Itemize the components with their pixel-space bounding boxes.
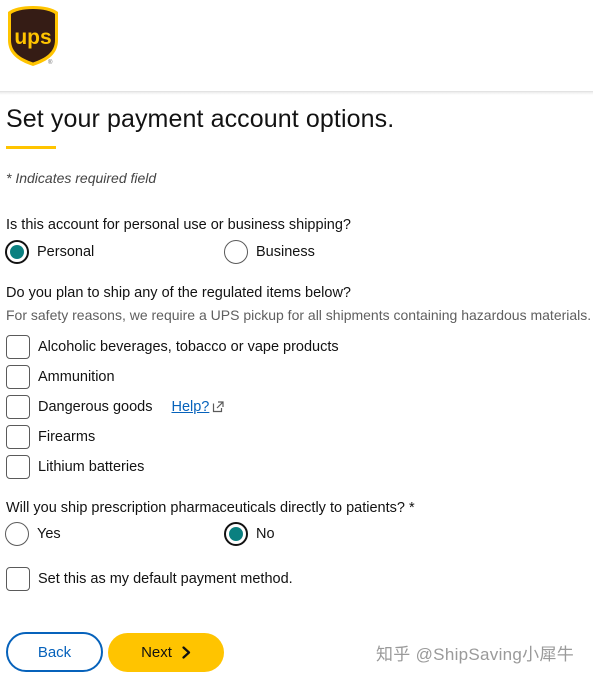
external-link-icon xyxy=(213,401,224,413)
checkbox-firearms[interactable]: Firearms xyxy=(6,424,95,450)
regulated-items-subtext: For safety reasons, we require a UPS pic… xyxy=(6,307,592,323)
checkbox-ammunition[interactable]: Ammunition xyxy=(6,364,115,390)
radio-unselected-icon[interactable] xyxy=(5,522,29,546)
header-divider xyxy=(0,92,593,95)
checkbox-alcohol[interactable]: Alcoholic beverages, tobacco or vape pro… xyxy=(6,334,339,360)
checkbox-icon[interactable] xyxy=(6,425,30,449)
checkbox-icon[interactable] xyxy=(6,365,30,389)
radio-yes-label: Yes xyxy=(37,526,61,542)
checkbox-ammunition-label: Ammunition xyxy=(38,369,115,385)
watermark-text: 知乎 @ShipSaving小犀牛 xyxy=(376,645,575,664)
checkbox-icon[interactable] xyxy=(6,335,30,359)
radio-yes[interactable]: Yes xyxy=(5,521,61,547)
svg-text:ups: ups xyxy=(14,26,51,49)
radio-no-label: No xyxy=(256,526,275,542)
back-button[interactable]: Back xyxy=(6,632,103,672)
checkbox-dangerous-goods[interactable]: Dangerous goods Help? xyxy=(6,394,224,420)
trademark-icon: ® xyxy=(48,60,53,66)
chevron-right-icon xyxy=(182,646,191,659)
checkbox-dangerous-goods-label: Dangerous goods xyxy=(38,399,153,415)
radio-business[interactable]: Business xyxy=(224,239,315,265)
pharma-question: Will you ship prescription pharmaceutica… xyxy=(6,500,415,516)
radio-no[interactable]: No xyxy=(224,521,275,547)
checkbox-lithium-batteries[interactable]: Lithium batteries xyxy=(6,454,144,480)
checkbox-default-payment[interactable]: Set this as my default payment method. xyxy=(6,566,293,592)
account-usage-question: Is this account for personal use or busi… xyxy=(6,217,351,233)
radio-selected-icon[interactable] xyxy=(224,522,248,546)
checkbox-firearms-label: Firearms xyxy=(38,429,96,445)
next-button-label: Next xyxy=(141,644,172,661)
radio-personal-label: Personal xyxy=(37,244,95,260)
radio-business-label: Business xyxy=(256,244,315,260)
regulated-items-question: Do you plan to ship any of the regulated… xyxy=(6,285,351,301)
default-payment-label: Set this as my default payment method. xyxy=(38,571,293,587)
site-header: ups ® xyxy=(0,0,593,92)
next-button[interactable]: Next xyxy=(108,633,224,672)
checkbox-icon[interactable] xyxy=(6,567,30,591)
checkbox-icon[interactable] xyxy=(6,395,30,419)
required-field-note: * Indicates required field xyxy=(6,170,157,186)
checkbox-alcohol-label: Alcoholic beverages, tobacco or vape pro… xyxy=(38,339,339,355)
back-button-label: Back xyxy=(37,643,72,661)
checkbox-lithium-label: Lithium batteries xyxy=(38,459,145,475)
ups-logo[interactable]: ups xyxy=(6,4,60,68)
radio-unselected-icon[interactable] xyxy=(224,240,248,264)
radio-selected-icon[interactable] xyxy=(5,240,29,264)
dangerous-goods-help-link[interactable]: Help? xyxy=(171,399,224,415)
help-link-label[interactable]: Help? xyxy=(171,399,209,415)
checkbox-icon[interactable] xyxy=(6,455,30,479)
radio-personal[interactable]: Personal xyxy=(5,239,94,265)
title-underline xyxy=(6,146,56,149)
page-title: Set your payment account options. xyxy=(6,105,395,133)
